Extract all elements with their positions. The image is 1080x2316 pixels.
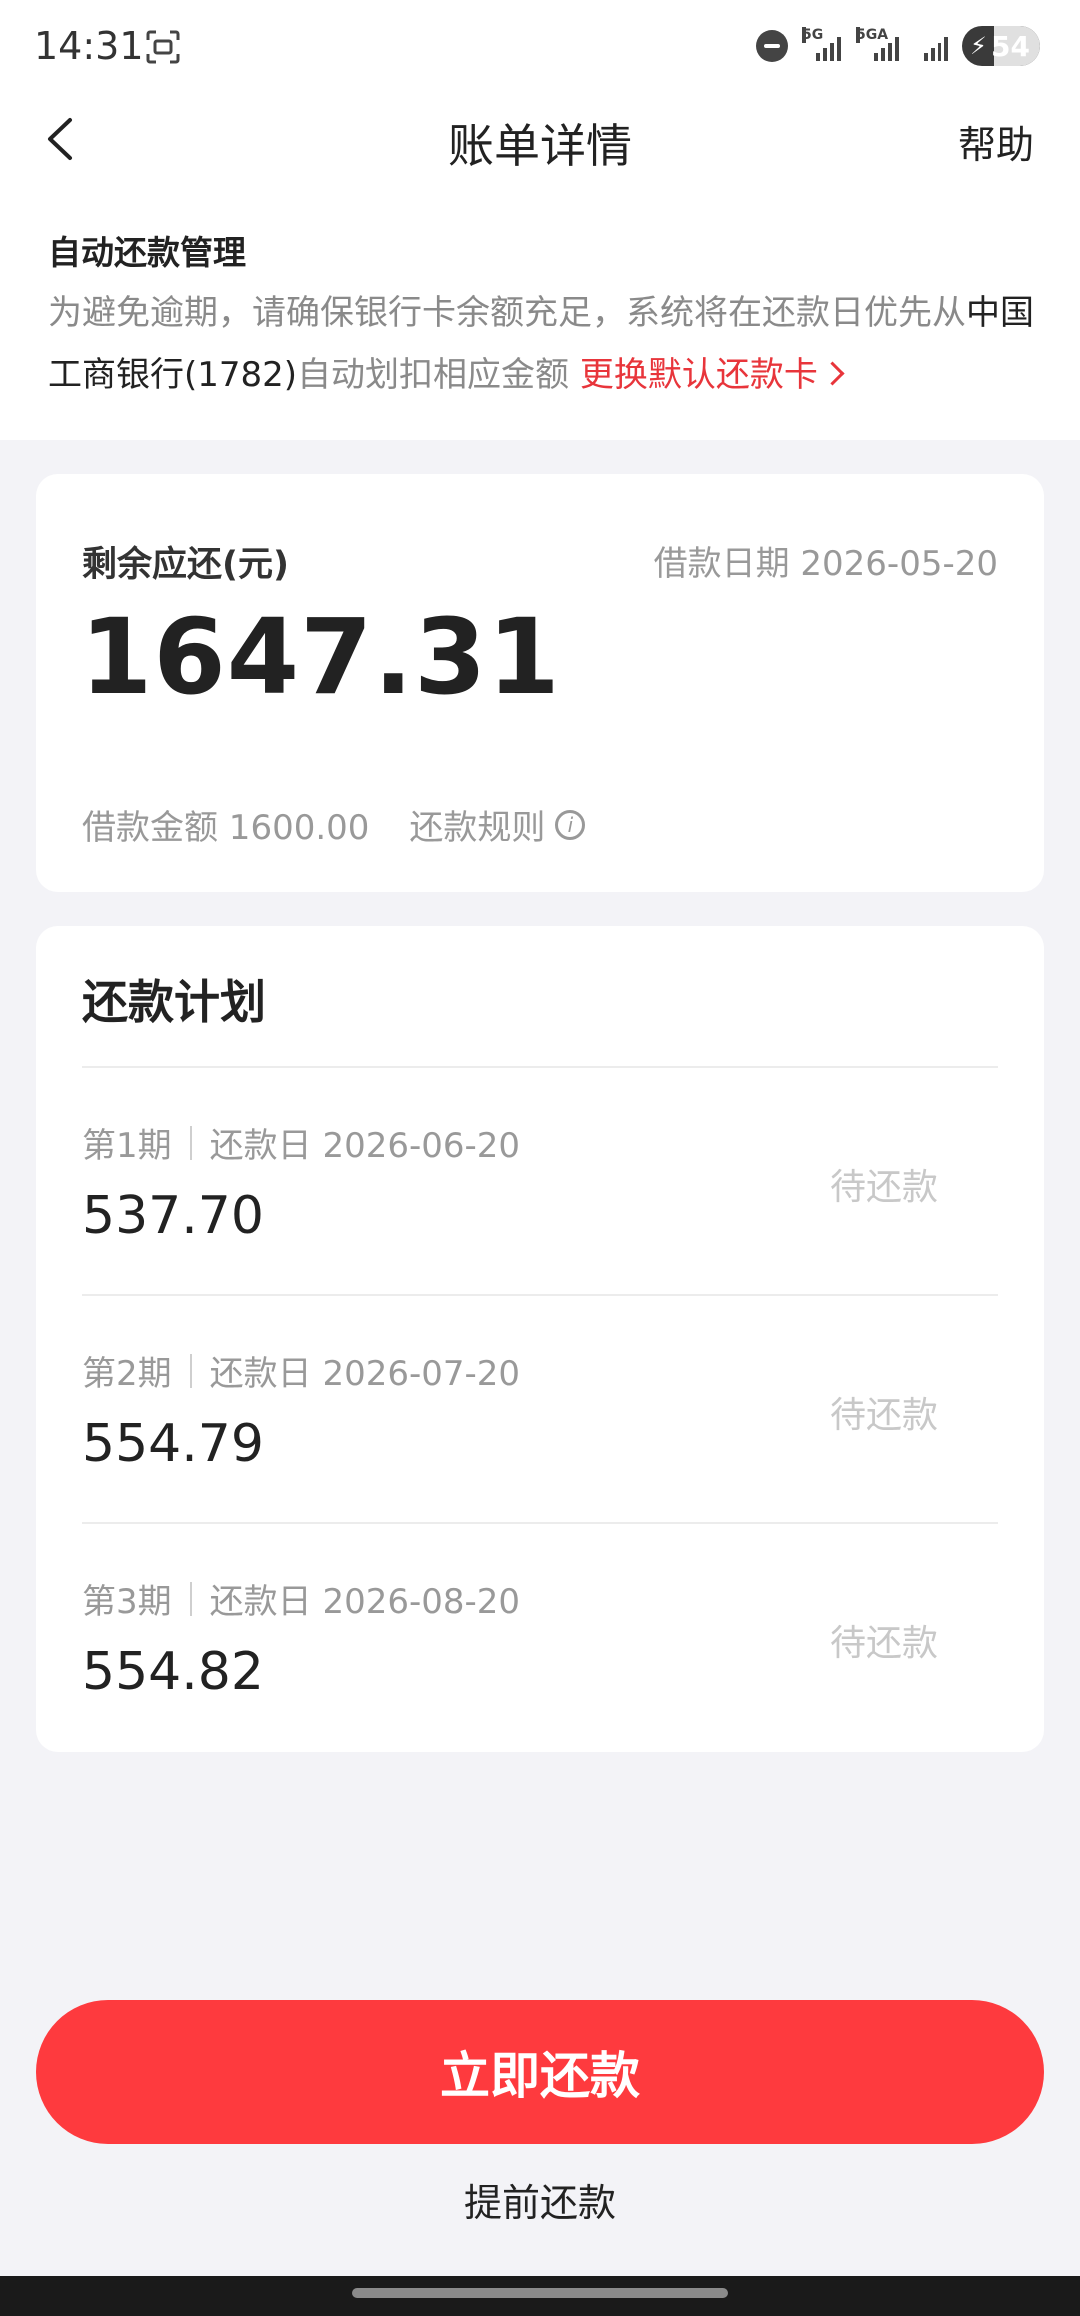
charging-bolt-icon: ⚡	[970, 32, 987, 60]
auto-repay-desc-suffix: 自动划扣相应金额	[297, 355, 570, 395]
signal-label-1: 5G	[802, 27, 824, 43]
battery-icon: ⚡ 54	[962, 26, 1040, 66]
due-date: 还款日 2026-06-20	[209, 1126, 521, 1166]
gesture-bar	[0, 2276, 1080, 2316]
signal-icon-2: 5GA	[856, 27, 900, 61]
divider	[189, 1581, 192, 1616]
divider	[189, 1125, 192, 1160]
period-label: 第3期	[82, 1582, 172, 1622]
loan-amount: 借款金额 1600.00	[82, 808, 370, 848]
installment-amount: 554.79	[82, 1414, 264, 1474]
auto-repay-desc-prefix: 为避免逾期，请确保银行卡余额充足，系统将在还款日优先从	[48, 293, 966, 333]
prepay-link[interactable]: 提前还款	[0, 2172, 1080, 2227]
change-card-label: 更换默认还款卡	[579, 355, 818, 395]
page-title: 账单详情	[448, 119, 632, 173]
battery-level: 54	[991, 30, 1030, 63]
period-label: 第2期	[82, 1354, 172, 1394]
plan-row[interactable]: 第3期 还款日 2026-08-20 554.82 待还款	[82, 1524, 998, 1752]
signal-icon-1: 5G	[802, 27, 842, 61]
installment-status: 待还款	[829, 1167, 938, 1208]
status-time: 14:31	[34, 24, 144, 68]
pay-now-button[interactable]: 立即还款	[36, 2000, 1044, 2144]
period-label: 第1期	[82, 1126, 172, 1166]
summary-footer: 借款金额 1600.00 还款规则 i	[82, 800, 586, 849]
installment-status: 待还款	[829, 1623, 938, 1664]
installment-amount: 537.70	[82, 1186, 264, 1246]
installment-amount: 554.82	[82, 1642, 264, 1702]
repay-rules-link[interactable]: 还款规则 i	[409, 800, 586, 849]
installment-status: 待还款	[829, 1395, 938, 1436]
plan-row[interactable]: 第1期 还款日 2026-06-20 537.70 待还款	[82, 1068, 998, 1296]
auto-repay-description: 为避免逾期，请确保银行卡余额充足，系统将在还款日优先从中国工商银行(1782)自…	[48, 282, 1038, 406]
remaining-amount: 1647.31	[80, 596, 561, 718]
repay-rules-label: 还款规则	[409, 808, 546, 848]
repayment-plan-card: 还款计划 第1期 还款日 2026-06-20 537.70 待还款 第2期 还…	[36, 926, 1044, 1752]
due-date: 还款日 2026-08-20	[209, 1582, 521, 1622]
chevron-right-icon	[820, 361, 845, 386]
bill-summary-card: 剩余应还(元) 借款日期 2026-05-20 1647.31 借款金额 160…	[36, 474, 1044, 892]
home-indicator[interactable]	[352, 2288, 728, 2298]
do-not-disturb-icon	[756, 30, 788, 62]
plan-row-header: 第3期 还款日 2026-08-20	[82, 1574, 520, 1623]
help-link[interactable]: 帮助	[958, 114, 1034, 169]
plan-title: 还款计划	[82, 975, 266, 1029]
signal-icon-3	[914, 31, 948, 61]
nav-bar: 账单详情 帮助	[0, 96, 1080, 180]
remaining-label: 剩余应还(元)	[82, 545, 289, 585]
signal-label-2: 5GA	[856, 27, 889, 43]
loan-date: 借款日期 2026-05-20	[653, 544, 998, 584]
plan-row[interactable]: 第2期 还款日 2026-07-20 554.79 待还款	[82, 1296, 998, 1524]
due-date: 还款日 2026-07-20	[209, 1354, 521, 1394]
divider	[189, 1353, 192, 1388]
info-icon: i	[555, 809, 586, 840]
status-icons: 5G 5GA ⚡ 54	[756, 26, 1040, 66]
plan-row-header: 第1期 还款日 2026-06-20	[82, 1118, 520, 1167]
status-bar: 14:31 5G 5GA ⚡ 54	[0, 0, 1080, 96]
auto-repay-title: 自动还款管理	[48, 233, 246, 272]
change-card-link[interactable]: 更换默认还款卡	[579, 355, 845, 395]
plan-row-header: 第2期 还款日 2026-07-20	[82, 1346, 520, 1395]
screen-record-icon	[146, 30, 180, 64]
